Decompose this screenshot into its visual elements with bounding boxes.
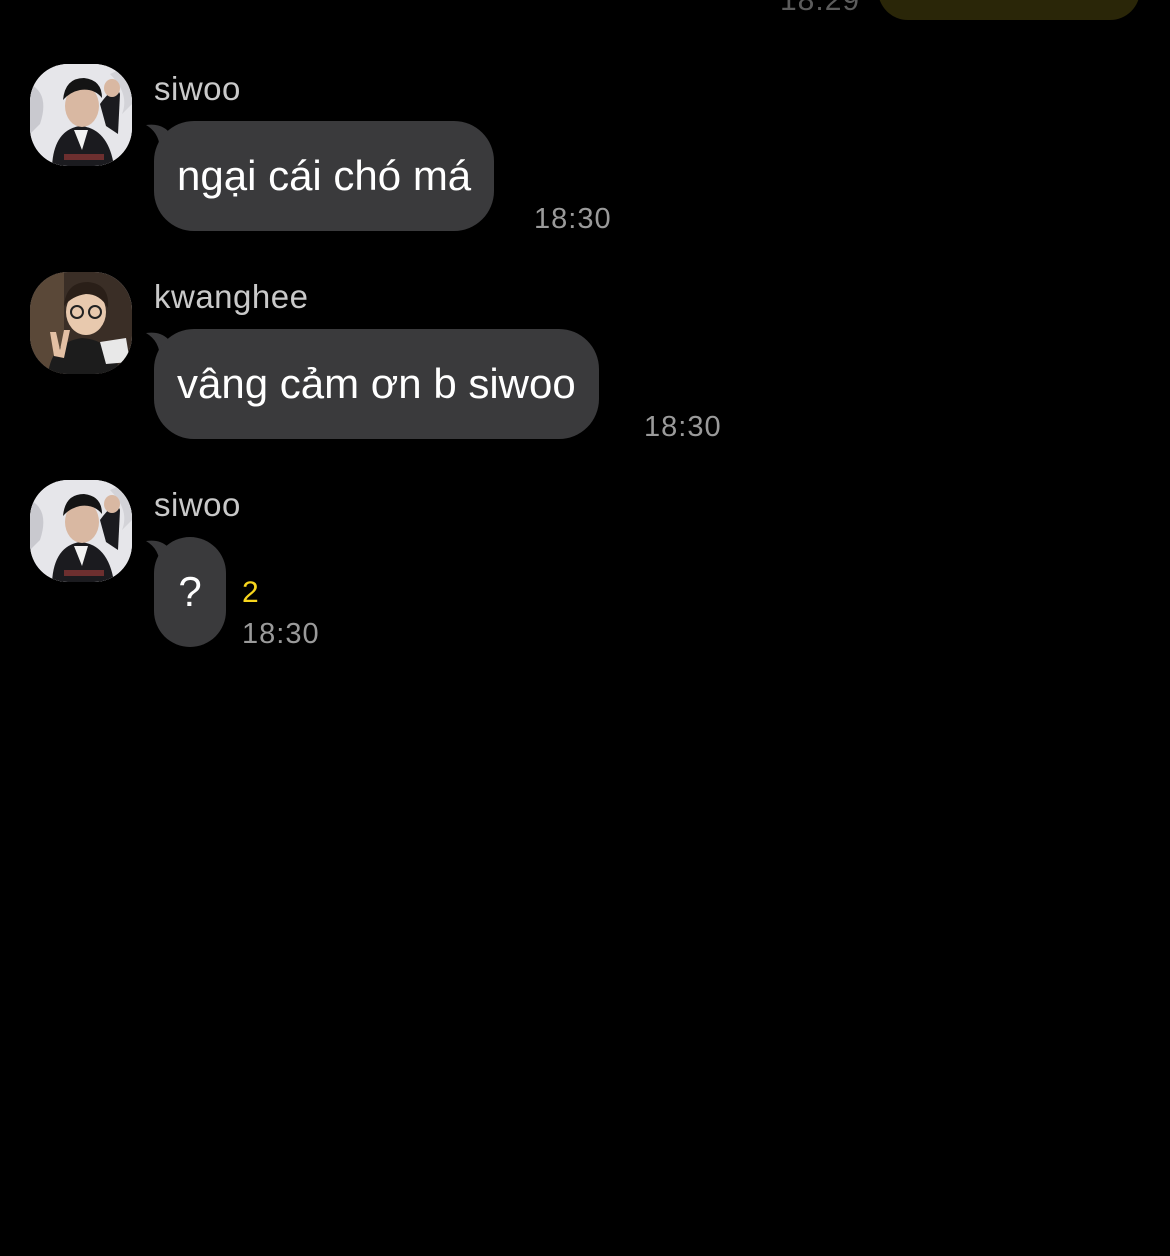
message-bubble[interactable]: vâng cảm ơn b siwoo — [154, 329, 599, 439]
avatar[interactable] — [30, 64, 132, 166]
sender-name: siwoo — [154, 486, 241, 523]
message-time: 18:30 — [534, 203, 612, 235]
message-time: 18:30 — [242, 618, 320, 650]
kwanghee-avatar-image — [30, 272, 132, 374]
chat-view: 18:29 siwoo ngại cái chó má 18:30 kwangh… — [0, 0, 1170, 1256]
message-time: 18:29 — [780, 0, 861, 17]
outgoing-message-bubble[interactable] — [878, 0, 1140, 20]
siwoo-avatar-image — [30, 480, 132, 582]
message-bubble[interactable]: ? — [154, 537, 226, 647]
message-bubble[interactable]: ngại cái chó má — [154, 121, 495, 231]
previous-message-partial: 18:29 — [0, 0, 1170, 30]
sender-name: kwanghee — [154, 278, 309, 315]
sender-name: siwoo — [154, 70, 241, 107]
unread-count-badge: 2 — [242, 576, 259, 609]
avatar[interactable] — [30, 480, 132, 582]
avatar[interactable] — [30, 272, 132, 374]
siwoo-avatar-image — [30, 64, 132, 166]
message-time: 18:30 — [644, 411, 722, 443]
